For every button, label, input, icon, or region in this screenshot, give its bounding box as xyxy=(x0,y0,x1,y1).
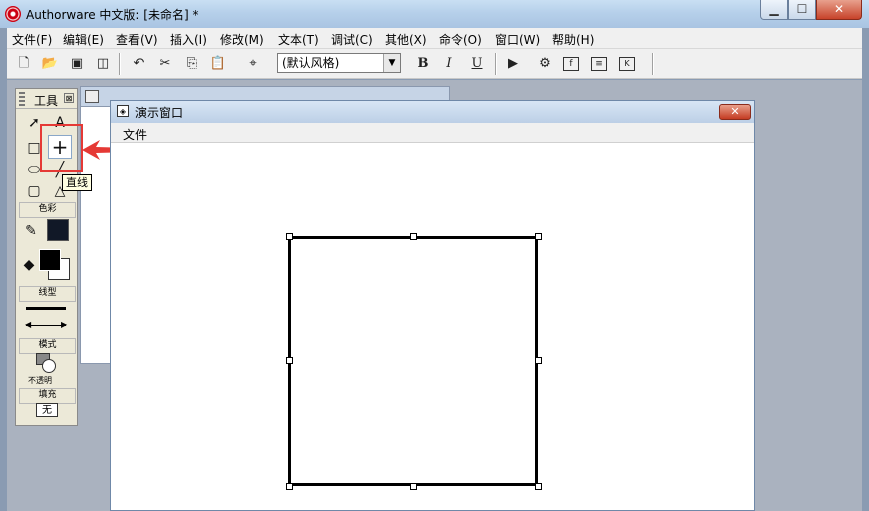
close-button[interactable]: ✕ xyxy=(816,0,862,20)
presentation-title: 演示窗口 xyxy=(135,106,184,120)
mode-section-label: 模式 xyxy=(19,338,76,354)
selection-handle[interactable] xyxy=(286,483,293,490)
selection-handle[interactable] xyxy=(535,483,542,490)
tooltip: 直线 xyxy=(62,174,92,191)
tools-titlebar[interactable]: 工具 ⊠ xyxy=(16,89,77,109)
italic-button[interactable]: I xyxy=(439,54,459,74)
menu-insert[interactable]: 插入(I) xyxy=(170,31,207,48)
menu-command[interactable]: 命令(O) xyxy=(439,31,482,48)
bold-button[interactable]: B xyxy=(413,54,433,74)
tools-title: 工具 xyxy=(34,94,59,108)
selection-handle[interactable] xyxy=(410,233,417,240)
menu-text[interactable]: 文本(T) xyxy=(278,31,319,48)
copy-icon[interactable]: ⎘ xyxy=(182,54,202,74)
text-style-value: (默认风格) xyxy=(282,56,340,70)
fill-bucket-icon[interactable]: ◆ xyxy=(19,255,39,275)
menu-other[interactable]: 其他(X) xyxy=(385,31,427,48)
run-icon[interactable]: ▶ xyxy=(503,54,523,74)
minimize-button[interactable]: ▁ xyxy=(760,0,788,20)
import-icon[interactable]: ◫ xyxy=(93,54,113,74)
line-color-swatch[interactable] xyxy=(47,219,69,241)
fill-none-option[interactable]: 无 xyxy=(36,403,58,417)
variables-icon[interactable]: ≡ xyxy=(591,57,607,71)
selection-handle[interactable] xyxy=(286,357,293,364)
fill-section-label: 填充 xyxy=(19,388,76,404)
selection-handle[interactable] xyxy=(410,483,417,490)
selection-handle[interactable] xyxy=(535,357,542,364)
menu-help[interactable]: 帮助(H) xyxy=(552,31,594,48)
presentation-menu-file[interactable]: 文件 xyxy=(123,126,147,143)
new-icon[interactable]: 🗋 xyxy=(14,54,34,74)
presentation-icon: ◈ xyxy=(117,105,129,117)
find-icon[interactable]: ⌖ xyxy=(243,54,263,74)
knowledge-objects-icon[interactable]: K xyxy=(619,57,635,71)
open-icon[interactable]: 📂 xyxy=(40,54,60,74)
line-weight-option[interactable] xyxy=(26,307,66,310)
mode-value: 不透明 xyxy=(28,376,52,385)
chevron-down-icon[interactable]: ▼ xyxy=(383,54,400,72)
menu-debug[interactable]: 调试(C) xyxy=(331,31,373,48)
menu-modify[interactable]: 修改(M) xyxy=(220,31,264,48)
toolbar-separator xyxy=(495,53,497,75)
window-title: Authorware 中文版: [未命名] * xyxy=(26,8,199,22)
color-section-label: 色彩 xyxy=(19,202,76,218)
title-bar: Authorware 中文版: [未命名] * ▁ ☐ ✕ xyxy=(0,0,869,28)
undo-icon[interactable]: ↶ xyxy=(129,54,149,74)
toolbar-separator xyxy=(652,53,654,75)
rounded-rect-tool-icon[interactable]: ▢ xyxy=(24,181,44,201)
presentation-menubar: 文件 xyxy=(111,123,754,143)
arrow-left-icon: ◀ xyxy=(25,320,32,329)
toolbar-separator xyxy=(119,53,121,75)
control-panel-icon[interactable]: ⚙ xyxy=(535,54,555,74)
underline-button[interactable]: U xyxy=(467,54,487,74)
menu-window[interactable]: 窗口(W) xyxy=(495,31,540,48)
menu-bar: 文件(F) 编辑(E) 查看(V) 插入(I) 修改(M) 文本(T) 调试(C… xyxy=(7,28,862,49)
save-all-icon[interactable]: ▣ xyxy=(67,54,87,74)
menu-view[interactable]: 查看(V) xyxy=(116,31,158,48)
drawn-rectangle[interactable] xyxy=(288,236,538,486)
linetype-section-label: 线型 xyxy=(19,286,76,302)
presentation-titlebar[interactable]: ◈ 演示窗口 ✕ xyxy=(111,101,754,123)
functions-icon[interactable]: f xyxy=(563,57,579,71)
presentation-close-button[interactable]: ✕ xyxy=(719,104,751,120)
selection-handle[interactable] xyxy=(535,233,542,240)
flowline-icon xyxy=(85,90,99,103)
tools-close-button[interactable]: ⊠ xyxy=(64,93,74,103)
authorware-app-icon[interactable] xyxy=(5,6,21,22)
highlight-box xyxy=(40,124,83,172)
mode-circle-icon[interactable] xyxy=(42,359,56,373)
arrow-right-icon: ▶ xyxy=(61,320,68,329)
paste-icon[interactable]: 📋 xyxy=(208,54,228,74)
arrow-style-option[interactable] xyxy=(26,325,66,326)
grip-icon[interactable] xyxy=(19,92,25,106)
foreground-color-swatch[interactable] xyxy=(39,249,61,271)
maximize-button[interactable]: ☐ xyxy=(788,0,816,20)
toolbar: 🗋 📂 ▣ ◫ ↶ ✂ ⎘ 📋 ⌖ (默认风格) ▼ B I U ▶ ⚙ f ≡… xyxy=(7,49,862,79)
menu-edit[interactable]: 编辑(E) xyxy=(63,31,104,48)
menu-file[interactable]: 文件(F) xyxy=(12,31,52,48)
selection-handle[interactable] xyxy=(286,233,293,240)
text-style-select[interactable]: (默认风格) ▼ xyxy=(277,53,401,73)
pencil-icon[interactable]: ✎ xyxy=(21,221,41,241)
cut-icon[interactable]: ✂ xyxy=(155,54,175,74)
